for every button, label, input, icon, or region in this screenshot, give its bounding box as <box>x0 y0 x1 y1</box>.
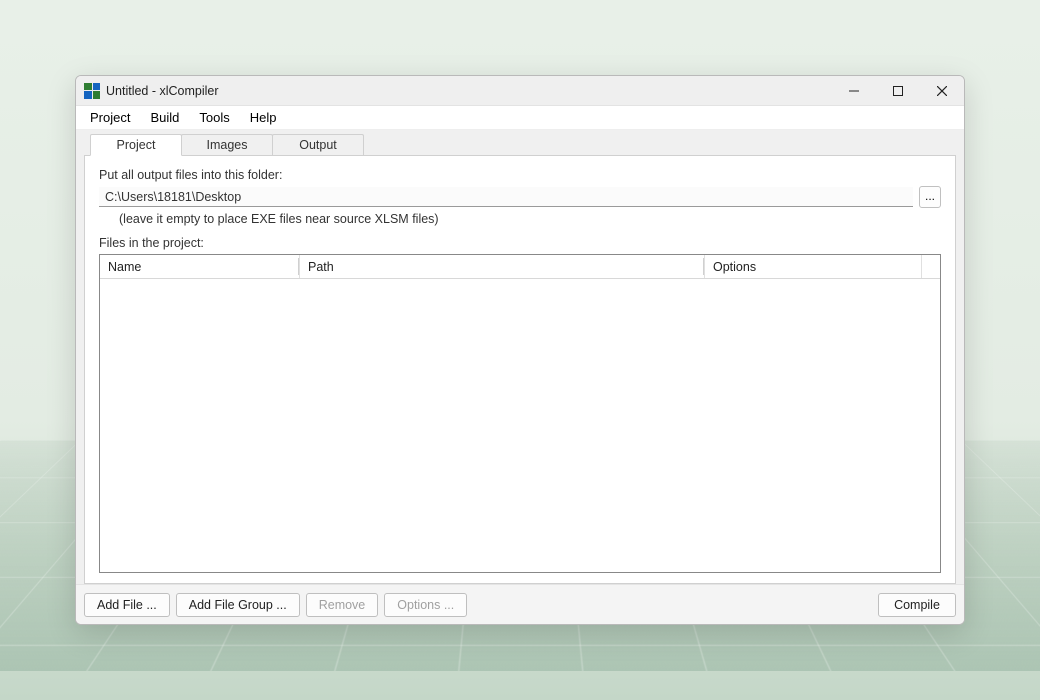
options-button[interactable]: Options ... <box>384 593 467 617</box>
tab-images[interactable]: Images <box>181 134 273 156</box>
col-options-label: Options <box>713 260 756 274</box>
titlebar: Untitled - xlCompiler <box>76 76 964 106</box>
menu-tools[interactable]: Tools <box>189 108 239 127</box>
output-folder-label: Put all output files into this folder: <box>99 168 941 182</box>
tab-output[interactable]: Output <box>272 134 364 156</box>
tab-panel-project: Put all output files into this folder: .… <box>84 155 956 584</box>
close-icon <box>937 86 947 96</box>
col-path[interactable]: Path <box>300 255 705 278</box>
remove-button[interactable]: Remove <box>306 593 379 617</box>
menu-build[interactable]: Build <box>140 108 189 127</box>
files-label: Files in the project: <box>99 236 941 250</box>
maximize-button[interactable] <box>876 76 920 106</box>
add-file-button[interactable]: Add File ... <box>84 593 170 617</box>
button-bar: Add File ... Add File Group ... Remove O… <box>76 584 964 624</box>
grid-body[interactable] <box>100 279 940 572</box>
app-icon <box>84 83 100 99</box>
col-tail <box>922 255 940 278</box>
minimize-button[interactable] <box>832 76 876 106</box>
menu-project[interactable]: Project <box>80 108 140 127</box>
menu-help[interactable]: Help <box>240 108 287 127</box>
minimize-icon <box>849 86 859 96</box>
col-options[interactable]: Options <box>705 255 922 278</box>
col-name[interactable]: Name <box>100 255 300 278</box>
add-file-group-button[interactable]: Add File Group ... <box>176 593 300 617</box>
tab-strip: Project Images Output <box>90 134 956 156</box>
app-window: Untitled - xlCompiler Project Build Tool… <box>75 75 965 625</box>
maximize-icon <box>893 86 903 96</box>
output-folder-row: ... <box>99 186 941 208</box>
compile-button[interactable]: Compile <box>878 593 956 617</box>
grid-header: Name Path Options <box>100 255 940 279</box>
files-grid: Name Path Options <box>99 254 941 573</box>
content-area: Project Images Output Put all output fil… <box>76 130 964 584</box>
col-path-label: Path <box>308 260 334 274</box>
output-folder-hint: (leave it empty to place EXE files near … <box>99 212 941 226</box>
menubar: Project Build Tools Help <box>76 106 964 130</box>
close-button[interactable] <box>920 76 964 106</box>
output-folder-input[interactable] <box>99 187 913 207</box>
browse-button[interactable]: ... <box>919 186 941 208</box>
window-title: Untitled - xlCompiler <box>106 84 219 98</box>
tab-project[interactable]: Project <box>90 134 182 156</box>
col-name-label: Name <box>108 260 141 274</box>
